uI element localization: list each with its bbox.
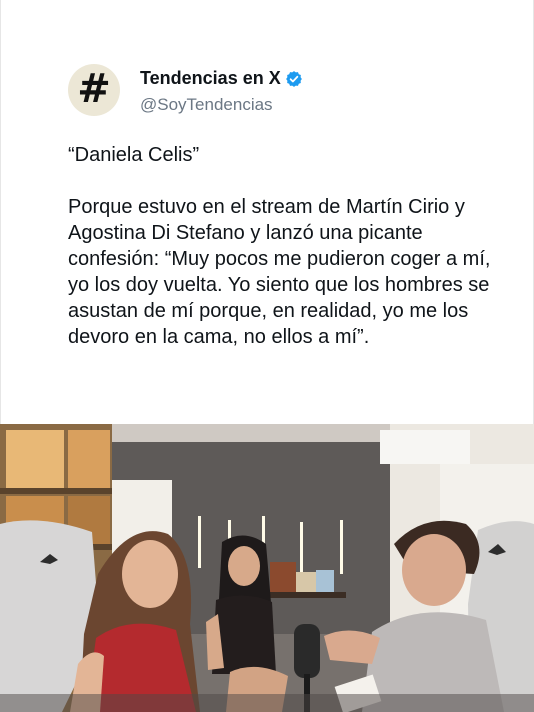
user-handle[interactable]: @SoyTendencias: [140, 95, 273, 115]
avatar[interactable]: #: [68, 64, 120, 116]
tweet-card[interactable]: # Tendencias en X @SoyTendencias “Daniel…: [68, 58, 490, 348]
verified-badge-icon: [285, 70, 302, 87]
stream-photo[interactable]: [0, 424, 534, 712]
tweet-title-quote: “Daniela Celis”: [68, 144, 200, 166]
hashtag-icon: #: [77, 66, 111, 112]
name-row: Tendencias en X: [140, 68, 303, 89]
display-name[interactable]: Tendencias en X: [140, 68, 281, 89]
tweet-header: # Tendencias en X @SoyTendencias: [68, 58, 488, 124]
stream-photo-illustration: [0, 424, 534, 712]
tweet-body-text: Porque estuvo en el stream de Martín Cir…: [68, 196, 491, 348]
